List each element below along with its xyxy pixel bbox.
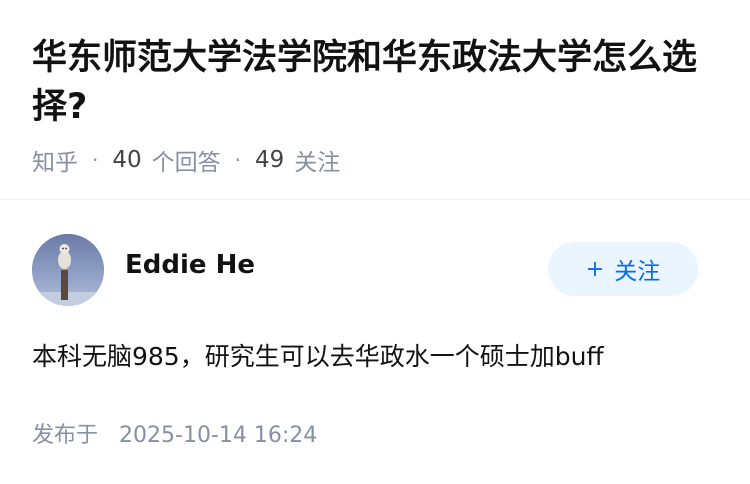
author-name[interactable]: Eddie He xyxy=(125,250,255,280)
follow-button-label: 关注 xyxy=(614,259,661,285)
answer-content[interactable]: 本科无脑985，研究生可以去华政水一个硕士加buff xyxy=(32,337,722,377)
publish-label: 发布于 xyxy=(32,423,99,448)
answers-label: 个回答 xyxy=(151,150,221,176)
plus-icon: + xyxy=(585,256,605,282)
avatar[interactable] xyxy=(32,234,104,306)
snowy-owl-avatar-icon xyxy=(32,234,104,306)
publish-info: 发布于 2025-10-14 16:24 xyxy=(32,417,317,449)
follow-button[interactable]: + 关注 xyxy=(548,242,698,296)
publish-datetime: 2025-10-14 16:24 xyxy=(119,423,318,448)
meta-separator: · xyxy=(92,148,99,172)
question-header: 华东师范大学法学院和华东政法大学怎么选择? 知乎 · 40 个回答 · 49 关… xyxy=(0,0,750,200)
answers-count: 40 xyxy=(112,147,142,173)
followers-count: 49 xyxy=(255,147,285,173)
meta-separator: · xyxy=(234,148,241,172)
question-meta: 知乎 · 40 个回答 · 49 关注 xyxy=(32,143,340,177)
source-label[interactable]: 知乎 xyxy=(32,143,78,177)
page: 华东师范大学法学院和华东政法大学怎么选择? 知乎 · 40 个回答 · 49 关… xyxy=(0,0,750,484)
question-title[interactable]: 华东师范大学法学院和华东政法大学怎么选择? xyxy=(32,34,722,132)
answer-card: Eddie He + 关注 本科无脑985，研究生可以去华政水一个硕士加buff… xyxy=(0,200,750,484)
followers-label: 关注 xyxy=(294,150,341,176)
